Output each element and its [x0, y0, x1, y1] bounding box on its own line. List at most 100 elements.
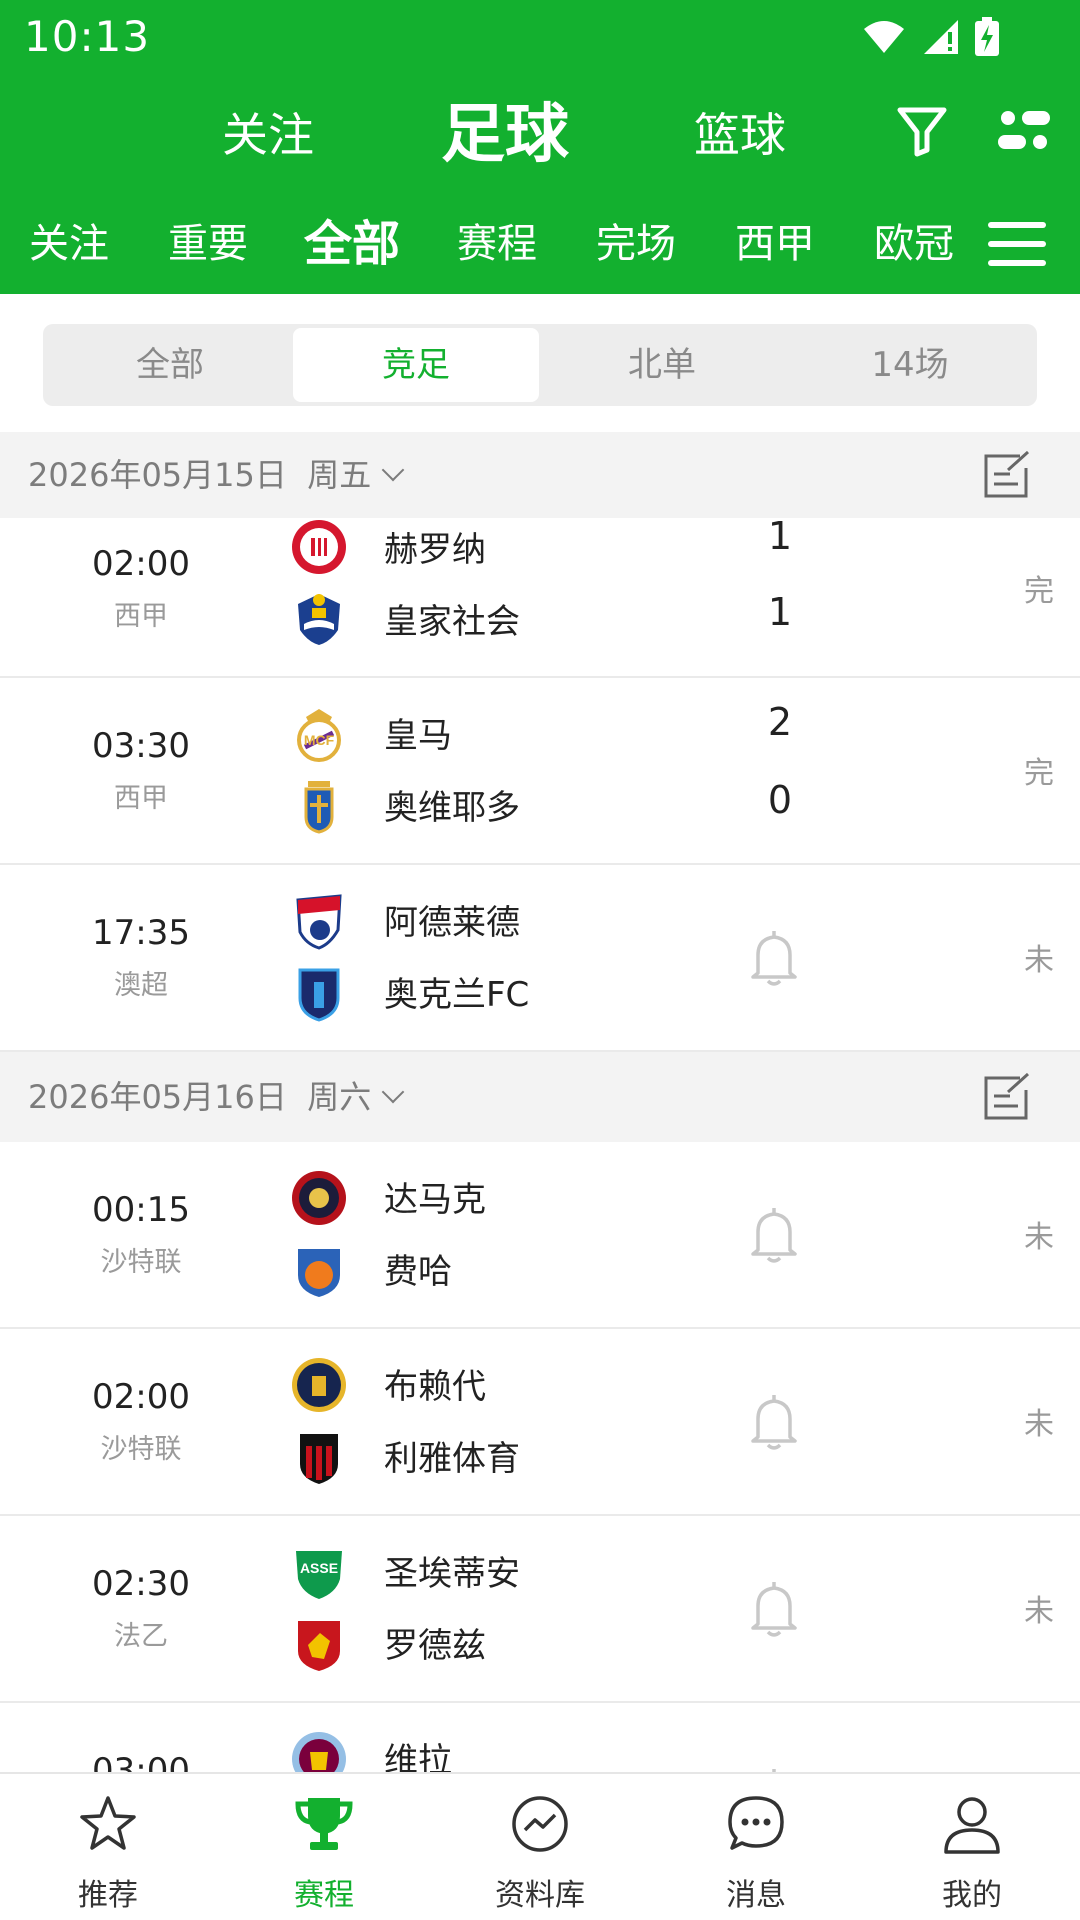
match-row[interactable]: 02:30 法乙 ASSE 圣埃蒂安 罗德兹 未	[0, 1516, 1080, 1703]
subtab-all[interactable]: 全部	[304, 206, 400, 282]
away-team-name: 奥克兰FC	[384, 975, 530, 1015]
subtab-follow[interactable]: 关注	[29, 206, 109, 282]
bell-icon[interactable]	[748, 1206, 800, 1264]
tab-follow[interactable]: 关注	[222, 90, 314, 180]
chevron-down-icon	[381, 1080, 405, 1104]
chevron-down-icon	[381, 458, 405, 482]
nav-label: 我的	[942, 1878, 1002, 1913]
chat-bubble-icon	[728, 1796, 784, 1850]
date-label: 2026年05月16日 周六	[28, 1052, 405, 1142]
rodez-logo	[298, 1621, 340, 1671]
subtab-ucl[interactable]: 欧冠	[874, 206, 954, 282]
edit-note-icon[interactable]	[980, 1072, 1032, 1122]
bell-icon[interactable]	[748, 929, 800, 987]
match-status: 未	[1024, 943, 1054, 978]
segmented-control: 全部 竞足 北单 14场	[43, 324, 1037, 406]
date-value: 2026年05月16日	[28, 1078, 287, 1116]
home-team-name: 皇马	[384, 716, 452, 756]
match-row[interactable]: 03:00 维拉	[0, 1703, 1080, 1772]
match-time: 02:30	[92, 1564, 190, 1604]
subtab-finished[interactable]: 完场	[596, 206, 676, 282]
girona-logo	[292, 520, 346, 574]
layout-toggle-icon[interactable]	[994, 100, 1054, 160]
subtab-schedule[interactable]: 赛程	[457, 206, 537, 282]
match-league: 法乙	[114, 1621, 168, 1652]
nav-recommend[interactable]: 推荐	[0, 1774, 216, 1920]
al-riyadh-logo	[300, 1434, 338, 1484]
home-score: 2	[767, 700, 793, 744]
svg-text:ASSE: ASSE	[300, 1560, 338, 1576]
menu-icon[interactable]	[986, 220, 1048, 268]
nav-label: 推荐	[78, 1878, 138, 1913]
header-bar: 10:13 关注 足球 篮球 关注 重要 全部 赛程 完场 西甲 欧冠	[0, 0, 1080, 294]
match-status: 完	[1024, 756, 1054, 791]
match-row[interactable]: 03:30 西甲 MCF 皇马 奥维耶多 2 0 完	[0, 678, 1080, 865]
subtab-laliga[interactable]: 西甲	[735, 206, 815, 282]
nav-profile[interactable]: 我的	[864, 1774, 1080, 1920]
match-time: 00:15	[92, 1190, 190, 1230]
away-team-name: 费哈	[384, 1252, 452, 1292]
match-row[interactable]: 02:00 沙特联 布赖代 利雅体育 未	[0, 1329, 1080, 1516]
match-league: 西甲	[114, 783, 168, 814]
league-tabs: 关注 重要 全部 赛程 完场 西甲 欧冠	[0, 206, 1080, 282]
user-icon	[944, 1797, 1000, 1854]
segment-14-matches[interactable]: 14场	[787, 328, 1033, 402]
segment-all[interactable]: 全部	[47, 328, 293, 402]
match-status: 未	[1024, 1407, 1054, 1442]
match-league: 澳超	[114, 970, 168, 1001]
match-time: 03:30	[92, 726, 190, 766]
status-bar: 10:13	[0, 0, 1080, 76]
home-score: 1	[767, 514, 793, 558]
buraidah-logo	[292, 1358, 346, 1412]
match-list[interactable]: 2026年05月15日 周五 02:00 西甲 赫罗纳 皇家社会 1 1 完 0…	[0, 432, 1080, 1772]
filter-icon[interactable]	[892, 100, 952, 160]
away-team-name: 皇家社会	[384, 602, 520, 642]
damac-logo	[292, 1171, 346, 1225]
signal-icon	[924, 20, 958, 54]
oviedo-logo	[304, 781, 334, 834]
away-team-name: 利雅体育	[384, 1439, 520, 1479]
date-header[interactable]: 2026年05月16日 周六	[0, 1052, 1080, 1142]
away-score: 1	[767, 590, 793, 634]
svg-text:MCF: MCF	[304, 732, 335, 748]
lottery-filter-bar: 全部 竞足 北单 14场	[0, 294, 1080, 432]
date-header[interactable]: 2026年05月15日 周五	[0, 432, 1080, 518]
battery-charging-icon	[975, 17, 999, 56]
bell-icon[interactable]	[748, 1393, 800, 1451]
match-status: 完	[1024, 574, 1054, 609]
real-madrid-logo: MCF	[297, 709, 341, 762]
match-time: 17:35	[92, 913, 190, 953]
weekday-value: 周六	[307, 1078, 372, 1116]
nav-label: 资料库	[495, 1878, 585, 1913]
nav-database[interactable]: 资料库	[432, 1774, 648, 1920]
nav-label: 消息	[726, 1878, 786, 1913]
edit-note-icon[interactable]	[980, 450, 1032, 500]
away-score: 0	[767, 778, 793, 822]
segment-jingzu[interactable]: 竞足	[293, 328, 539, 402]
trophy-icon	[295, 1798, 353, 1850]
nav-messages[interactable]: 消息	[648, 1774, 864, 1920]
tab-basketball[interactable]: 篮球	[694, 90, 786, 180]
match-row[interactable]: 17:35 澳超 阿德莱德 奥克兰FC 未	[0, 865, 1080, 1052]
star-icon	[80, 1796, 136, 1850]
real-sociedad-logo	[298, 594, 340, 645]
match-time: 02:00	[92, 1377, 190, 1417]
al-feiha-logo	[298, 1249, 340, 1297]
match-league: 西甲	[114, 601, 168, 632]
bell-icon[interactable]	[748, 1580, 800, 1638]
bottom-nav: 推荐 赛程 资料库 消息 我的	[0, 1772, 1080, 1920]
away-team-name: 奥维耶多	[384, 788, 520, 828]
subtab-important[interactable]: 重要	[168, 206, 248, 282]
home-team-name: 达马克	[384, 1180, 486, 1220]
nav-schedule[interactable]: 赛程	[216, 1774, 432, 1920]
segment-beidan[interactable]: 北单	[539, 328, 785, 402]
date-value: 2026年05月15日	[28, 456, 287, 494]
chart-circle-icon	[512, 1796, 568, 1852]
match-row[interactable]: 02:00 西甲 赫罗纳 皇家社会 1 1 完	[0, 514, 1080, 678]
match-row[interactable]: 00:15 沙特联 达马克 费哈 未	[0, 1142, 1080, 1329]
match-status: 未	[1024, 1594, 1054, 1629]
saint-etienne-logo: ASSE	[296, 1551, 342, 1599]
match-league: 沙特联	[100, 1247, 182, 1278]
tab-football[interactable]: 足球	[441, 90, 569, 180]
home-team-name: 阿德莱德	[384, 903, 520, 943]
